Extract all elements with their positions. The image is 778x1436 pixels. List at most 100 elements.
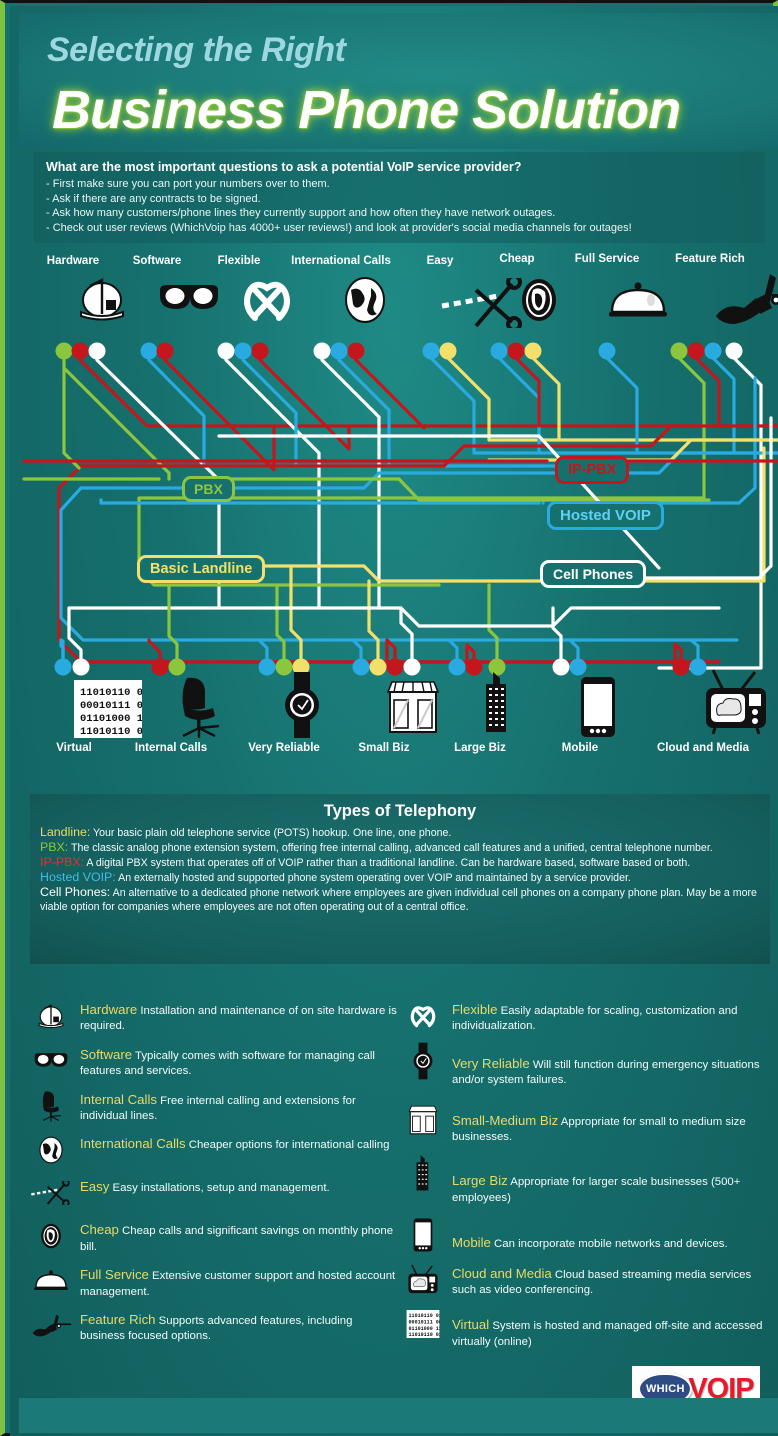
office-chair-icon (30, 1089, 72, 1123)
legend-item: Internal Calls Free internal calling and… (30, 1089, 398, 1125)
scissors-icon (30, 1176, 72, 1210)
questions-list: - First make sure you can port your numb… (46, 177, 753, 235)
legend-term: Virtual (452, 1317, 490, 1333)
top-node-label: Feature Rich (675, 253, 745, 265)
bottom-node-label: Internal Calls (134, 742, 208, 754)
storefront-icon (402, 1103, 444, 1137)
svg-text:01101000 11: 01101000 11 (80, 713, 142, 725)
bottom-node-label: Virtual (56, 742, 92, 754)
legend-text: Virtual System is hosted and managed off… (452, 1307, 770, 1350)
legend-item: Cloud and Media Cloud based streaming me… (402, 1263, 770, 1299)
footer-bar (19, 1398, 778, 1433)
legend-desc: Easy installations, setup and management… (109, 1182, 330, 1195)
question-item: - Ask if there are any contracts to be s… (46, 192, 261, 205)
legend-term: Flexible (452, 1002, 498, 1017)
top-node-label: Full Service (574, 253, 640, 265)
legend-text: Very Reliable Will still function during… (452, 1044, 770, 1089)
bottom-node-label: Mobile (561, 742, 599, 754)
legend-text: Mobile Can incorporate mobile networks a… (452, 1218, 728, 1252)
legend-desc: Cheap calls and significant savings on m… (80, 1225, 394, 1253)
hub-label-cell-phones: Cell Phones (540, 560, 647, 588)
bottom-node-label: Cloud and Media (657, 742, 749, 754)
question-item: - Check out user reviews (WhichVoip has … (46, 221, 632, 234)
legend-term: Cloud and Media (452, 1265, 552, 1281)
legend-term: Internal Calls (80, 1091, 157, 1107)
legend-desc: System is hosted and managed off-site an… (452, 1320, 763, 1348)
page-subtitle: Selecting the Right (47, 31, 346, 69)
legend-term: Full Service (80, 1267, 149, 1283)
hard-hat-icon (30, 999, 72, 1033)
legend-term: International Calls (80, 1136, 186, 1152)
legend-item: Full Service Extensive customer support … (30, 1264, 398, 1300)
legend-term: Easy (80, 1179, 110, 1195)
coin-icon (30, 1219, 72, 1253)
types-title: Types of Telephony (323, 802, 477, 820)
legend-item: Small-Medium Biz Appropriate for small t… (402, 1103, 770, 1146)
type-entry: Hosted VOIP: An externally hosted and su… (40, 870, 760, 885)
question-item: - First make sure you can port your numb… (46, 178, 330, 190)
top-node-label: Software (132, 255, 182, 267)
type-desc: Your basic plain old telephone service (… (90, 827, 452, 839)
hub-label-text: IP-PBX (568, 462, 617, 478)
type-term: Cell Phones: (40, 885, 111, 899)
hub-label-text: Basic Landline (150, 561, 253, 577)
legend-item: Large Biz Appropriate for larger scale b… (402, 1155, 770, 1206)
watch-icon (402, 1042, 444, 1080)
legend-term: Feature Rich (80, 1312, 156, 1328)
type-term: PBX: (40, 840, 69, 854)
smartphone-icon (402, 1218, 444, 1252)
type-term: Landline: (40, 825, 91, 839)
svg-text:11010110 01: 11010110 01 (409, 1314, 440, 1320)
hub-label-text: PBX (194, 481, 223, 497)
routing-diagram: .ln{fill:none;stroke-width:3.2;stroke-li… (19, 248, 778, 778)
type-term: Hosted VOIP: (40, 870, 116, 884)
legend-text: Small-Medium Biz Appropriate for small t… (452, 1103, 770, 1146)
legend-text: Full Service Extensive customer support … (80, 1264, 398, 1300)
legend-item: Hardware Installation and maintenance of… (30, 999, 398, 1035)
legend-term: Hardware (80, 1002, 138, 1017)
legend-text: Easy Easy installations, setup and manag… (80, 1176, 330, 1210)
legend-text: Software Typically comes with software f… (80, 1044, 398, 1080)
bottom-node-label: Small Biz (358, 742, 410, 754)
type-desc: An alternative to a dedicated phone netw… (40, 887, 757, 913)
legend-text: Feature Rich Supports advanced features,… (80, 1309, 398, 1345)
svg-text:00010111 00: 00010111 00 (80, 700, 142, 712)
legend-item: Mobile Can incorporate mobile networks a… (402, 1218, 770, 1252)
globe-icon (30, 1133, 72, 1167)
legend-text: International Calls Cheaper options for … (80, 1133, 389, 1167)
legend-item: Cheap Cheap calls and significant saving… (30, 1219, 398, 1255)
legend-term: Large Biz (452, 1173, 508, 1189)
top-node-label: Cheap (499, 253, 535, 265)
infographic-body: Selecting the Right Business Phone Solut… (10, 6, 778, 1436)
type-term: IP-PBX: (40, 855, 85, 869)
legend-item: Software Typically comes with software f… (30, 1044, 398, 1080)
svg-text:11010110 01: 11010110 01 (80, 687, 142, 699)
legend-text: Flexible Easily adaptable for scaling, c… (452, 999, 770, 1035)
type-entry: Cell Phones: An alternative to a dedicat… (40, 885, 760, 914)
top-node-label: Flexible (217, 255, 261, 267)
legend-item: International Calls Cheaper options for … (30, 1133, 398, 1167)
svg-text:11010110 01: 11010110 01 (409, 1333, 440, 1339)
svg-text:01101000 11: 01101000 11 (409, 1326, 440, 1332)
glasses-icon (30, 1044, 72, 1078)
legend-text: Hardware Installation and maintenance of… (80, 999, 398, 1035)
svg-text:11010110 01: 11010110 01 (80, 726, 142, 738)
legend-item: Flexible Easily adaptable for scaling, c… (402, 999, 770, 1035)
question-item: - Ask how many customers/phone lines the… (46, 207, 556, 220)
top-node-label: Hardware (46, 255, 100, 267)
top-connector-dots (55, 342, 743, 360)
hub-label-basic-landline: Basic Landline (137, 555, 266, 583)
legend-term: Small-Medium Biz (452, 1112, 559, 1128)
legend-column-right: Flexible Easily adaptable for scaling, c… (402, 999, 770, 1359)
hub-label-text: Hosted VOIP (560, 507, 651, 524)
top-node-label: International Calls (291, 255, 391, 267)
hub-label-pbx: PBX (182, 476, 235, 502)
tv-icon (402, 1263, 444, 1297)
cloche-icon (30, 1264, 72, 1298)
binary-icon: 11010110 01 00010111 00 01101000 11 1101011… (402, 1307, 444, 1341)
type-desc: A digital PBX system that operates off o… (84, 857, 691, 869)
legend-section: Hardware Installation and maintenance of… (30, 999, 770, 1399)
questions-heading: What are the most important questions to… (46, 160, 522, 174)
legend-item: Very Reliable Will still function during… (402, 1042, 770, 1089)
legend-text: Internal Calls Free internal calling and… (80, 1089, 398, 1125)
